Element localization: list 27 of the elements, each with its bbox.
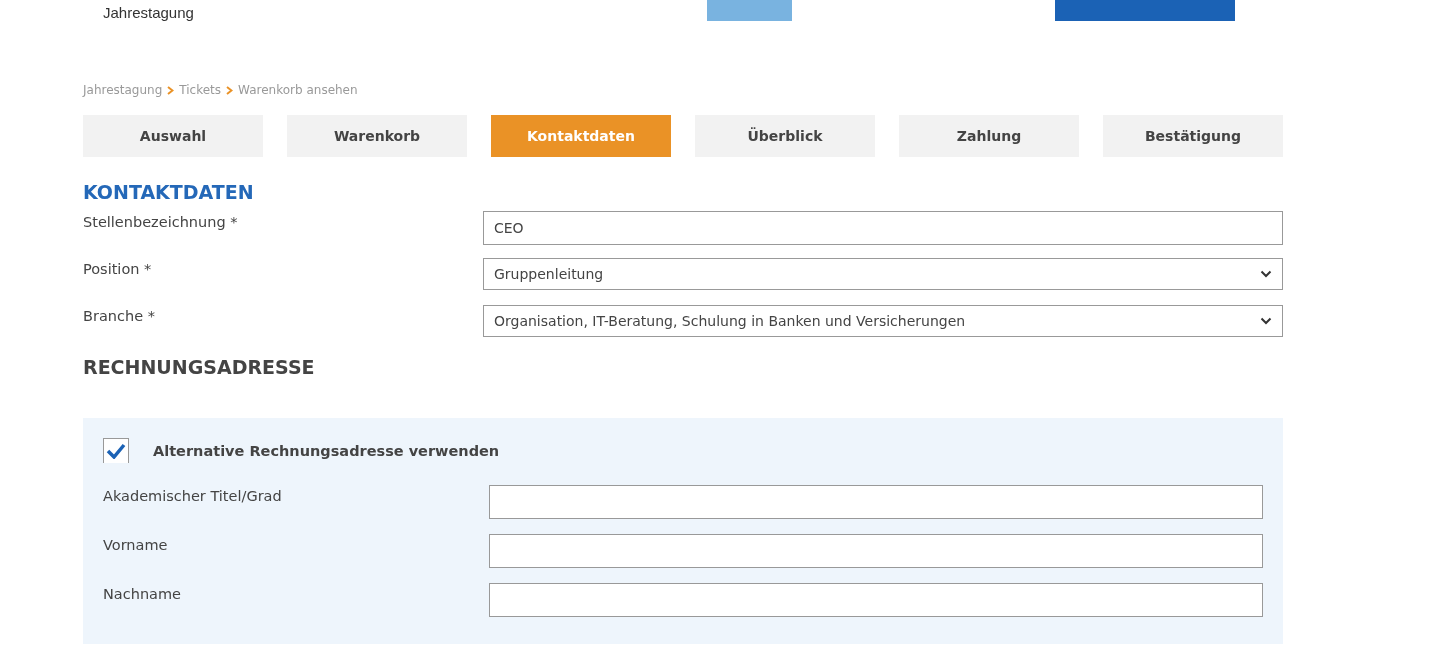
checkmark-icon xyxy=(106,443,126,459)
site-title[interactable]: Jahrestagung xyxy=(103,4,194,21)
step-tab[interactable]: Überblick xyxy=(695,115,875,157)
step-tab[interactable]: Auswahl xyxy=(83,115,263,157)
input-field[interactable]: CEO xyxy=(483,211,1283,245)
field-label: Nachname xyxy=(103,585,182,602)
checkbox-label: Alternative Rechnungsadresse verwenden xyxy=(153,442,500,459)
select-field[interactable]: Organisation, IT-Beratung, Schulung in Banken und Versicherungen xyxy=(483,305,1283,337)
section-heading: RECHNUNGSADRESSE xyxy=(83,356,316,378)
chevron-icon xyxy=(167,85,175,95)
field-label: Stellenbezeichnung * xyxy=(83,213,239,230)
field-label: Branche * xyxy=(83,307,156,324)
checkbox[interactable] xyxy=(103,438,129,463)
section-heading: KONTAKTDATEN xyxy=(83,181,255,203)
select-field[interactable]: Gruppenleitung xyxy=(483,258,1283,290)
input-field[interactable] xyxy=(489,534,1263,568)
chevron-down-icon xyxy=(1260,270,1272,278)
step-tab[interactable]: Warenkorb xyxy=(287,115,467,157)
chevron-down-icon xyxy=(1260,317,1272,325)
step-tab[interactable]: Zahlung xyxy=(899,115,1079,157)
field-label: Position * xyxy=(83,260,153,277)
chevron-icon xyxy=(226,85,234,95)
field-label: Akademischer Titel/Grad xyxy=(103,487,283,504)
input-field[interactable] xyxy=(489,583,1263,617)
input-field[interactable] xyxy=(489,485,1263,519)
step-tab[interactable]: Bestätigung xyxy=(1103,115,1283,157)
field-label: Vorname xyxy=(103,536,169,553)
